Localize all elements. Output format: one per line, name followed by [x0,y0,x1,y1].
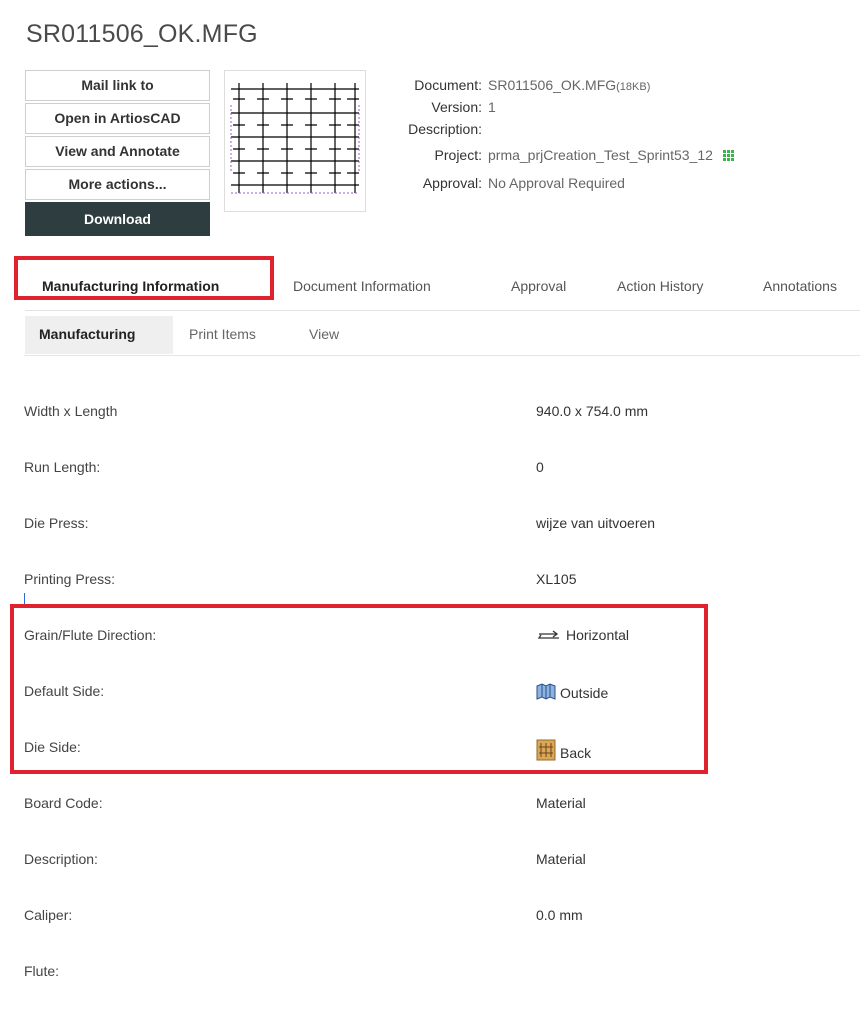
property-value: XL105 [536,571,577,587]
property-value: Material [536,795,586,811]
property-row: Flute: [24,953,784,1009]
subtab-view[interactable]: View [309,326,339,342]
property-value: 0 [536,459,544,475]
approval-value: No Approval Required [488,175,625,191]
project-link[interactable]: prma_prjCreation_Test_Sprint53_12 [488,147,713,163]
sub-tabs: Manufacturing Print Items View [25,316,860,356]
property-label: Board Code: [24,795,103,811]
project-grid-icon[interactable] [722,150,734,161]
version-value: 1 [488,99,496,115]
subtab-manufacturing[interactable]: Manufacturing [39,326,135,342]
project-label: Project: [434,147,482,163]
subtab-print-items[interactable]: Print Items [189,326,256,342]
property-row: Description: Material [24,841,784,897]
property-row: Caliper: 0.0 mm [24,897,784,953]
description-label: Description: [408,121,482,137]
document-metadata: Document: SR011506_OK.MFG(18KB) Version:… [372,74,734,194]
property-label: Run Length: [24,459,101,475]
approval-label: Approval: [422,175,482,191]
property-label: Die Press: [24,515,89,531]
direction-side-highlight-box [10,604,708,774]
property-label: Width x Length [24,403,118,419]
open-in-artioscad-button[interactable]: Open in ArtiosCAD [25,103,210,134]
property-row: Width x Length 940.0 x 754.0 mm [24,393,784,449]
version-label: Version: [431,99,482,115]
property-label: Printing Press: [24,571,116,587]
tab-action-history[interactable]: Action History [617,278,703,294]
mail-link-button[interactable]: Mail link to [25,70,210,101]
document-value: SR011506_OK.MFG [488,77,617,93]
property-label: Caliper: [24,907,73,923]
more-actions-button[interactable]: More actions... [25,169,210,200]
property-row: Die Press: wijze van uitvoeren [24,505,784,561]
tab-approval[interactable]: Approval [511,278,566,294]
die-layout-thumbnail-icon [230,83,360,194]
page-title: SR011506_OK.MFG [26,20,258,48]
action-panel: Mail link to Open in ArtiosCAD View and … [25,70,210,236]
property-row: Board Code: Material [24,785,784,841]
property-value: wijze van uitvoeren [536,515,656,531]
download-button[interactable]: Download [25,202,210,236]
document-thumbnail[interactable] [224,70,366,212]
divider [24,355,860,356]
document-label: Document: [414,77,482,93]
property-value: 0.0 mm [536,907,583,923]
property-label: Description: [24,851,98,867]
property-row: Run Length: 0 [24,449,784,505]
tab-document-information[interactable]: Document Information [293,278,431,294]
property-value: 940.0 x 754.0 mm [536,403,649,419]
tab-highlight-box [14,256,274,300]
document-size: (18KB) [616,81,651,93]
property-value: Material [536,851,586,867]
view-annotate-button[interactable]: View and Annotate [25,136,210,167]
property-label: Flute: [24,963,60,979]
tab-annotations[interactable]: Annotations [763,278,837,294]
